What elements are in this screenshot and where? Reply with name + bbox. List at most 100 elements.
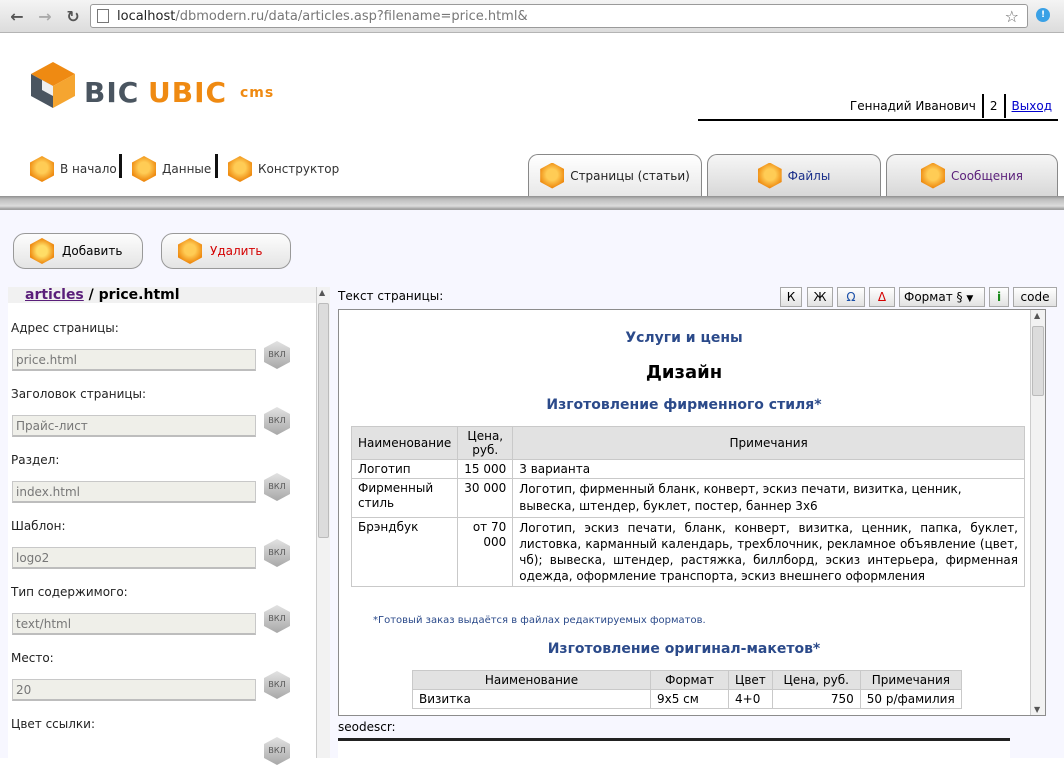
table-cell: Брэндбук bbox=[350, 517, 459, 587]
toggle-content-type[interactable]: ВКЛ bbox=[264, 605, 290, 633]
constructor-icon bbox=[228, 156, 252, 182]
url-path: /dbmodern.ru/data/articles.asp?filename=… bbox=[175, 9, 528, 24]
toggle-place[interactable]: ВКЛ bbox=[264, 671, 290, 699]
nav-constructor-label: Конструктор bbox=[258, 162, 340, 176]
toggle-section[interactable]: ВКЛ bbox=[264, 473, 290, 501]
toggle-url[interactable]: ВКЛ bbox=[264, 341, 290, 369]
breadcrumb-articles-link[interactable]: articles bbox=[25, 287, 84, 303]
table-cell: 30 000 bbox=[457, 478, 514, 518]
left-panel-scrollbar[interactable]: ▲ bbox=[316, 287, 330, 758]
back-icon[interactable]: ← bbox=[6, 6, 28, 28]
dropdown-arrow-icon: ▼ bbox=[966, 294, 974, 304]
table-cell: от 70 000 bbox=[457, 517, 514, 587]
folder-icon bbox=[757, 162, 782, 189]
toggle-template[interactable]: ВКЛ bbox=[264, 539, 290, 567]
main-area: Добавить Удалить articles / price.html А… bbox=[0, 210, 1064, 765]
user-count: 2 bbox=[989, 98, 998, 113]
format-select-label: Формат § bbox=[904, 290, 963, 304]
editor-scrollbar[interactable]: ▲ ▼ bbox=[1030, 310, 1045, 715]
seodescr-input[interactable] bbox=[338, 738, 1010, 758]
rich-text-editor[interactable]: Услуги и цены Дизайн Изготовление фирмен… bbox=[338, 309, 1046, 716]
field-label-link-color: Цвет ссылки: bbox=[11, 717, 96, 731]
format-select[interactable]: Формат § ▼ bbox=[899, 287, 985, 307]
scroll-down-icon[interactable]: ▼ bbox=[1034, 705, 1040, 714]
pages-cube-icon bbox=[540, 162, 565, 189]
nav-home[interactable]: В начало bbox=[30, 154, 117, 184]
table-row: Брэндбук от 70 000 Логотип, эскиз печати, … bbox=[350, 517, 1025, 587]
field-label-place: Место: bbox=[11, 651, 54, 665]
field-label-url: Адрес страницы: bbox=[11, 321, 119, 335]
table-cell: Логотип, эскиз печати, бланк, конверт, в… bbox=[512, 517, 1025, 587]
bookmark-star-icon[interactable]: ☆ bbox=[1005, 7, 1019, 26]
scroll-up-icon[interactable]: ▲ bbox=[319, 288, 325, 297]
tab-pages[interactable]: Страницы (статьи) bbox=[528, 154, 702, 196]
tab-files-label: Файлы bbox=[787, 168, 831, 183]
delete-button[interactable]: Удалить bbox=[161, 233, 291, 269]
footnote: *Готовый заказ выдаётся в файлах редакти… bbox=[373, 615, 706, 626]
table-header: Цена, руб. bbox=[457, 426, 514, 460]
table-cell: Логотип bbox=[350, 459, 459, 479]
table-cell: 15 000 bbox=[457, 459, 514, 479]
scrollbar-thumb[interactable] bbox=[318, 303, 329, 538]
logo-text-cms: cms bbox=[240, 85, 275, 101]
divider bbox=[215, 154, 218, 178]
table-cell: Логотип, фирменный бланк, конверт, эскиз… bbox=[512, 478, 1025, 518]
address-bar[interactable]: localhost/dbmodern.ru/data/articles.asp?… bbox=[90, 4, 1028, 28]
table-header: Цвет bbox=[728, 670, 773, 690]
omega-button[interactable]: Ω bbox=[837, 287, 865, 307]
logo-text-bic: BIC bbox=[84, 76, 140, 109]
forward-icon[interactable]: → bbox=[34, 6, 56, 28]
trash-icon bbox=[178, 238, 202, 264]
table-header: Наименование bbox=[412, 670, 651, 690]
logout-link[interactable]: Выход bbox=[1012, 99, 1052, 113]
field-label-section: Раздел: bbox=[11, 453, 60, 467]
table-cell: 3 варианта bbox=[512, 459, 1025, 479]
url-host: localhost bbox=[117, 9, 176, 24]
heading-brand-style: Изготовление фирменного стиля* bbox=[546, 397, 822, 413]
divider bbox=[119, 154, 122, 178]
italic-button[interactable]: Ж bbox=[807, 287, 833, 307]
title-field[interactable]: Прайс-лист bbox=[12, 415, 256, 437]
breadcrumb-separator: / bbox=[88, 287, 94, 303]
reload-icon[interactable]: ↻ bbox=[62, 6, 84, 28]
bold-button[interactable]: К bbox=[780, 287, 802, 307]
table-cell: 750 bbox=[771, 689, 861, 709]
nav-constructor[interactable]: Конструктор bbox=[228, 154, 339, 184]
table-row: Визитка 9х5 см 4+0 750 50 р/фамилия bbox=[412, 689, 963, 709]
delta-button[interactable]: Δ bbox=[869, 287, 895, 307]
database-icon bbox=[132, 156, 156, 182]
table-header: Примечания bbox=[512, 426, 1025, 460]
envelope-icon bbox=[920, 162, 945, 189]
place-field[interactable]: 20 bbox=[12, 679, 256, 701]
table-header: Формат bbox=[650, 670, 729, 690]
add-button[interactable]: Добавить bbox=[13, 233, 143, 269]
scroll-up-icon[interactable]: ▲ bbox=[1034, 311, 1040, 320]
delete-button-label: Удалить bbox=[210, 244, 263, 258]
info-button[interactable]: i bbox=[989, 287, 1009, 307]
header-divider bbox=[0, 196, 1064, 210]
content-type-field[interactable]: text/html bbox=[12, 613, 256, 635]
seodescr-label: seodescr: bbox=[338, 720, 396, 734]
tab-messages[interactable]: Сообщения bbox=[886, 154, 1058, 196]
table-header: Примечания bbox=[859, 670, 963, 690]
field-label-content-type: Тип содержимого: bbox=[11, 585, 128, 599]
template-field[interactable]: logo2 bbox=[12, 547, 256, 569]
nav-data[interactable]: Данные bbox=[132, 154, 211, 184]
toggle-link-color[interactable]: ВКЛ bbox=[264, 737, 290, 765]
code-button[interactable]: code bbox=[1013, 287, 1057, 307]
breadcrumb: articles / price.html bbox=[8, 287, 316, 303]
extension-icon[interactable]: ! bbox=[1036, 8, 1050, 22]
table-cell: 50 р/фамилия bbox=[859, 689, 963, 709]
tab-pages-label: Страницы (статьи) bbox=[570, 168, 690, 183]
cube-logo-icon bbox=[31, 62, 75, 108]
toggle-title[interactable]: ВКЛ bbox=[264, 407, 290, 435]
bicubic-logo: BIC UBIC cms bbox=[28, 60, 328, 110]
breadcrumb-current: price.html bbox=[98, 287, 180, 303]
tab-files[interactable]: Файлы bbox=[707, 154, 881, 196]
scrollbar-thumb[interactable] bbox=[1032, 326, 1044, 396]
url-field[interactable]: price.html bbox=[12, 349, 256, 371]
table-header: Цена, руб. bbox=[771, 670, 861, 690]
tab-messages-label: Сообщения bbox=[950, 168, 1023, 183]
nav-data-label: Данные bbox=[162, 162, 212, 176]
section-field[interactable]: index.html bbox=[12, 481, 256, 503]
